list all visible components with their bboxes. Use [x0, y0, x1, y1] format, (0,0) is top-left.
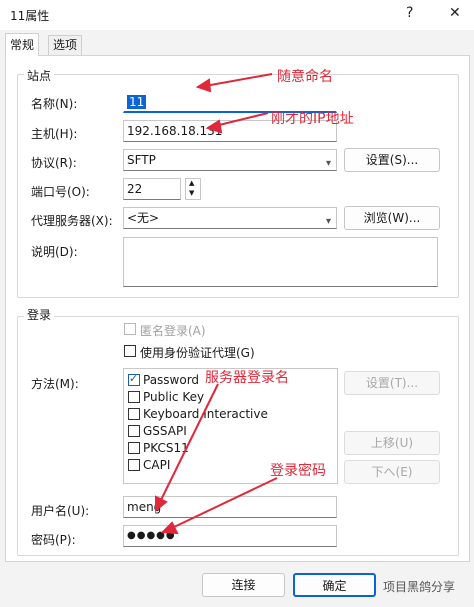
arrow-host-head [205, 119, 223, 134]
arrow-name [204, 73, 273, 87]
arrow-password-head [160, 521, 179, 535]
arrow-name-head [195, 78, 212, 93]
watermark: 项目黑鸽分享 [383, 580, 456, 594]
annotation-arrows [155, 73, 278, 535]
arrow-host [214, 112, 269, 127]
arrow-login-head [155, 495, 168, 513]
arrow-login [159, 383, 219, 503]
tab-general[interactable]: 常规 [5, 33, 40, 56]
arrow-password [171, 477, 278, 529]
